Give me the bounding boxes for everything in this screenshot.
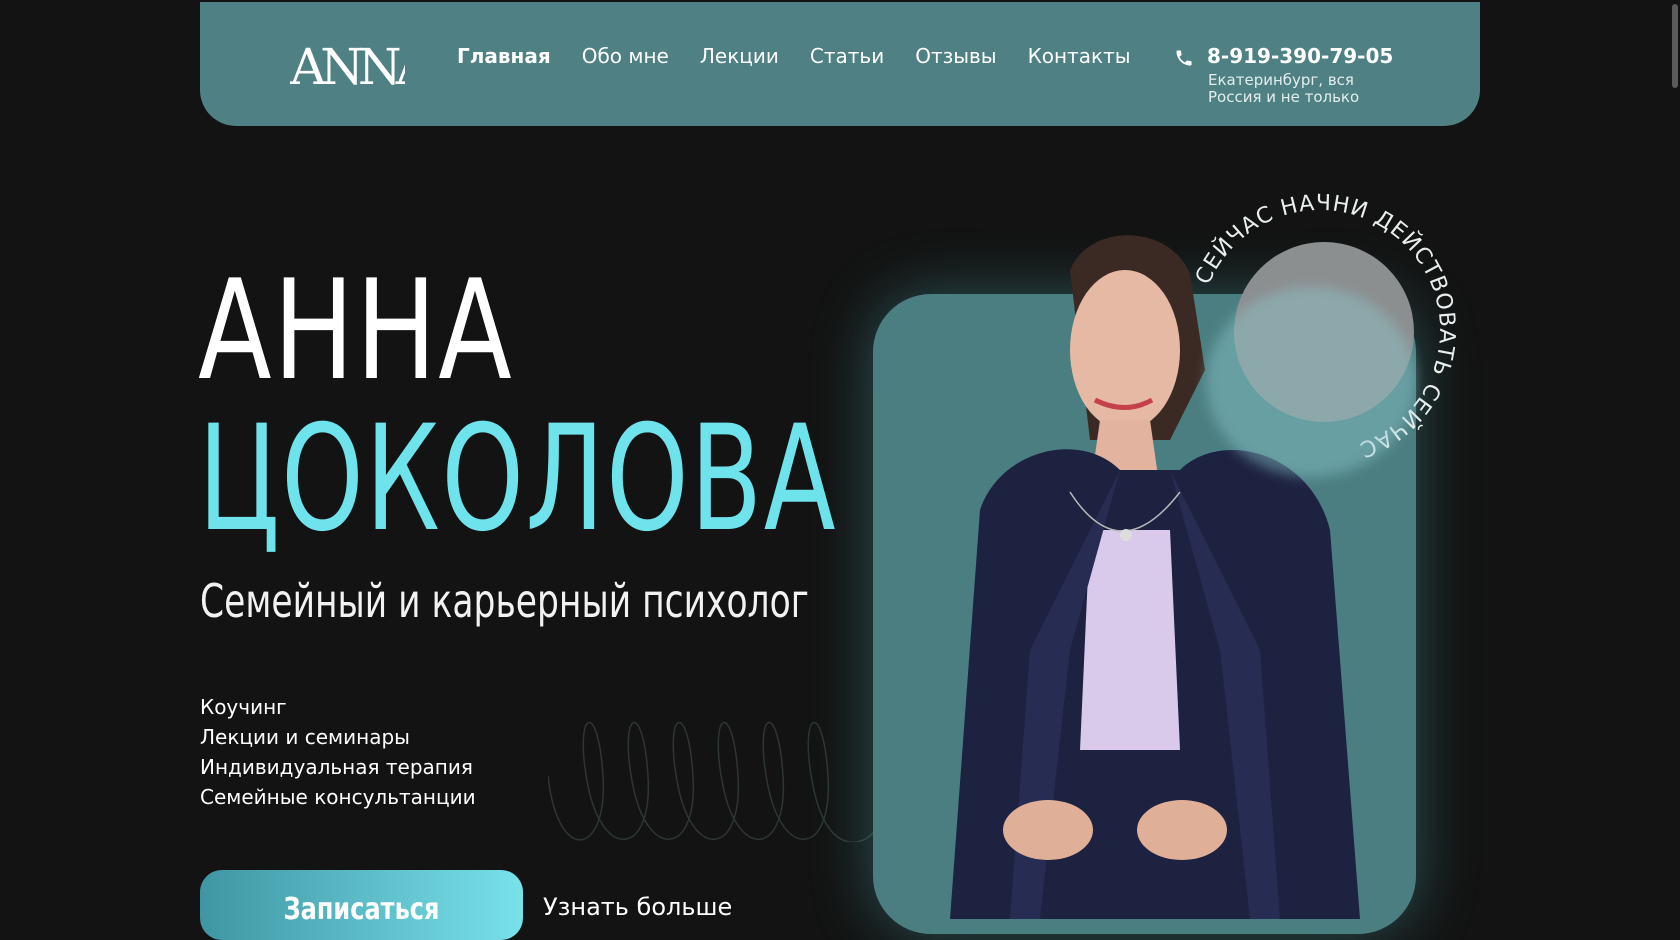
phone-number[interactable]: 8-919-390-79-05 <box>1207 44 1393 68</box>
learn-more-link[interactable]: Узнать больше <box>543 893 732 921</box>
nav-item-contacts[interactable]: Контакты <box>1028 44 1131 68</box>
scrollbar[interactable] <box>1672 4 1678 88</box>
service-item: Индивидуальная терапия <box>200 755 473 779</box>
nav-item-articles[interactable]: Статьи <box>810 44 884 68</box>
glass-circle <box>1206 287 1416 477</box>
service-item: Семейные консультанции <box>200 785 476 809</box>
hero-subtitle: Семейный и карьерный психолог <box>200 574 809 628</box>
logo-text: ANNA <box>290 38 405 90</box>
signup-button[interactable]: Записаться <box>200 870 523 940</box>
hero-last-name: ЦОКОЛОВА <box>198 394 838 564</box>
main-nav: Главная Обо мне Лекции Статьи Отзывы Кон… <box>457 44 1131 68</box>
decorative-loops <box>548 721 878 842</box>
services-list: Коучинг Лекции и семинары Индивидуальная… <box>200 692 476 812</box>
phone-icon <box>1176 50 1192 66</box>
service-item: Лекции и семинары <box>200 725 410 749</box>
nav-item-about[interactable]: Обо мне <box>582 44 669 68</box>
nav-item-reviews[interactable]: Отзывы <box>915 44 996 68</box>
hero-first-name: АННА <box>198 250 514 411</box>
signup-button-label: Записаться <box>283 892 440 927</box>
nav-item-lectures[interactable]: Лекции <box>700 44 779 68</box>
location-text: Екатеринбург, вся Россия и не только <box>1208 71 1360 106</box>
service-item: Коучинг <box>200 695 287 719</box>
logo[interactable]: ANNA <box>290 38 405 90</box>
nav-item-home[interactable]: Главная <box>457 44 551 68</box>
